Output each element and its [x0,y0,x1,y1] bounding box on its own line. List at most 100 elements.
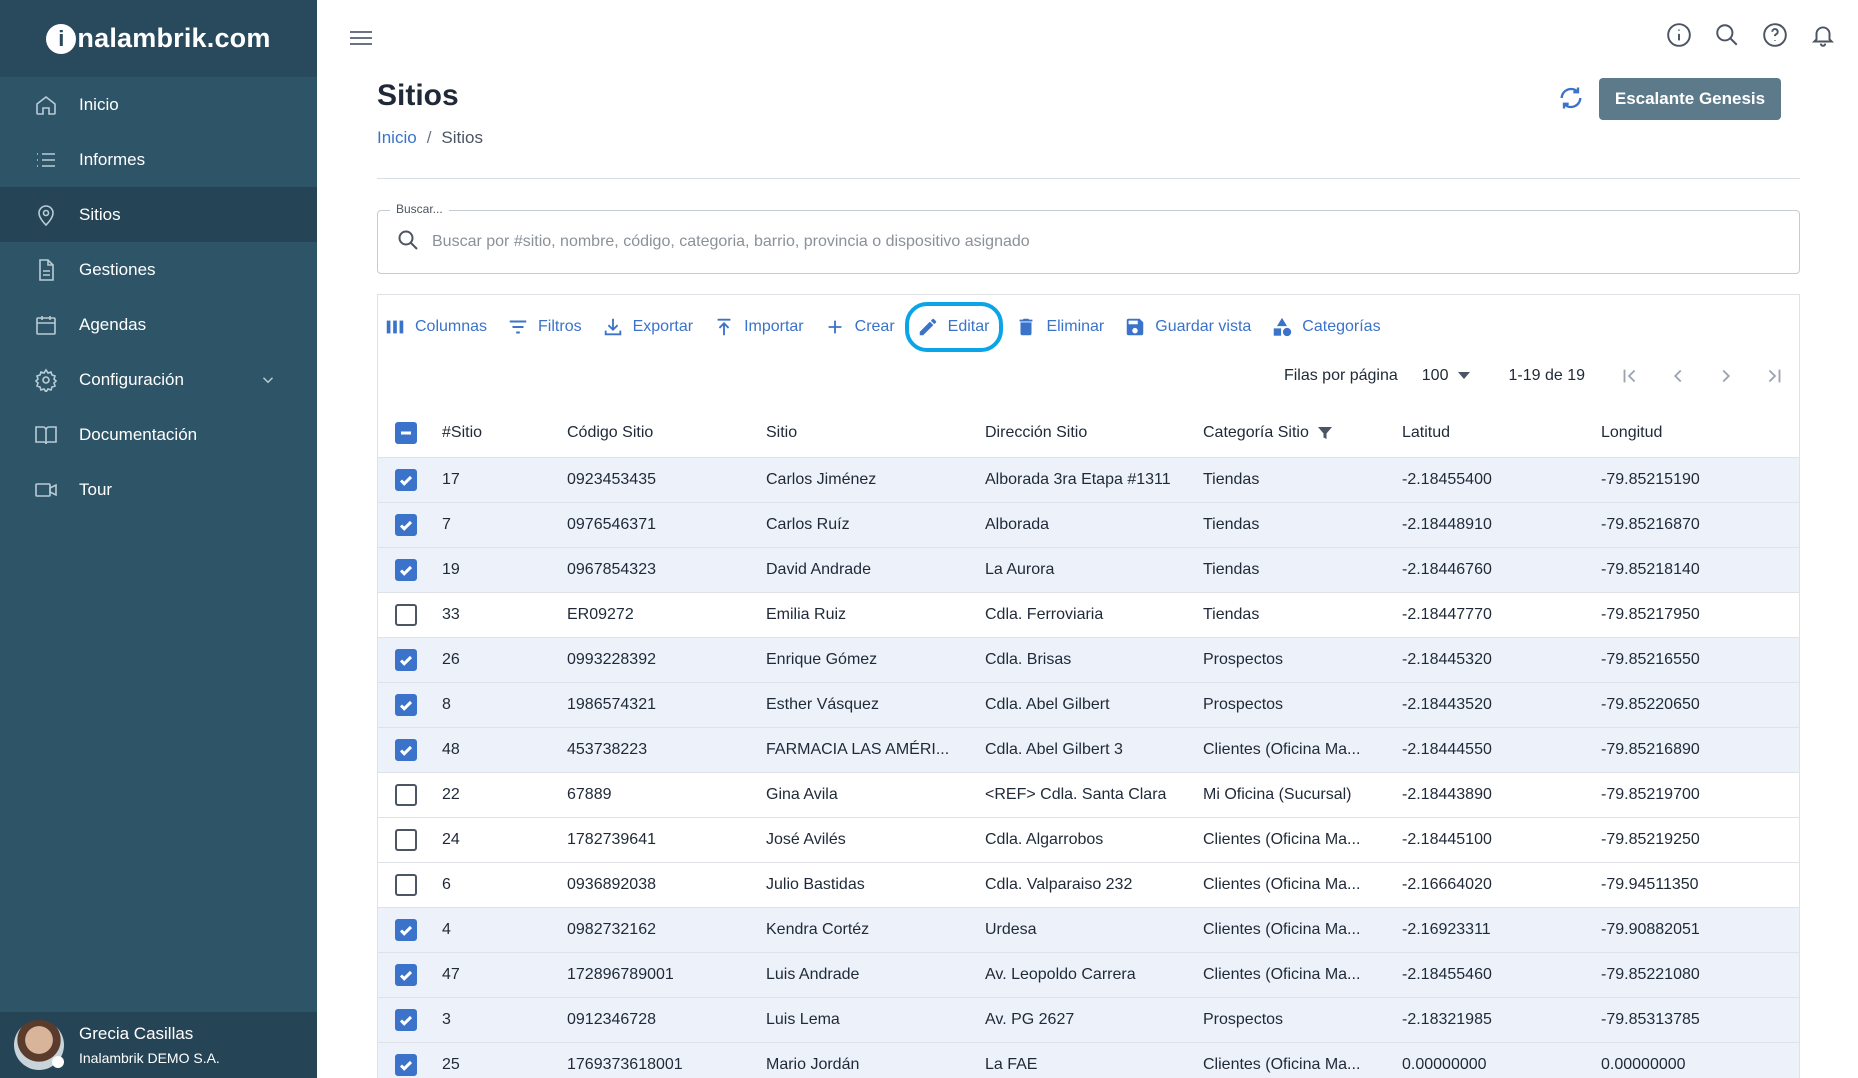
refresh-icon[interactable] [1557,84,1585,112]
table-row[interactable]: 33 ER09272 Emilia Ruiz Cdla. Ferroviaria Tie… [378,592,1799,638]
cell-code: 172896789001 [567,952,766,998]
row-checkbox[interactable] [395,963,417,986]
column-header-category[interactable]: Categoría Sitio [1203,409,1402,458]
sidebar-item-configuracion[interactable]: Configuración [0,352,317,407]
cell-id: 17 [442,457,567,503]
cell-id: 4 [442,907,567,953]
last-page-icon[interactable] [1763,365,1785,387]
cell-site: Kendra Cortéz [766,907,985,953]
cell-address: Av. PG 2627 [985,997,1203,1043]
table-row[interactable]: 48 453738223 FARMACIA LAS AMÉRI... Cdla. Ab… [378,727,1799,773]
sidebar-item-documentacion[interactable]: Documentación [0,407,317,462]
filter-icon[interactable] [1317,425,1333,441]
export-button[interactable]: Exportar [602,309,693,345]
breadcrumb-home-link[interactable]: Inicio [377,128,417,148]
table-row[interactable]: 3 0912346728 Luis Lema Av. PG 2627 Prospecto… [378,997,1799,1043]
edit-button[interactable]: Editar [904,302,1004,352]
search-icon[interactable] [1714,22,1740,48]
user-profile[interactable]: Grecia Casillas Inalambrik DEMO S.A. [0,1012,317,1078]
sites-table-panel: Columnas Filtros Exportar Importar Crear… [377,294,1800,1078]
row-checkbox[interactable] [395,828,417,851]
bell-icon[interactable] [1810,22,1836,48]
table-row[interactable]: 4 0982732162 Kendra Cortéz Urdesa Clientes (… [378,907,1799,953]
row-checkbox[interactable] [395,738,417,761]
sites-table: #Sitio Código Sitio Sitio Dirección Siti… [378,409,1799,1078]
column-header-code[interactable]: Código Sitio [567,409,766,458]
delete-button[interactable]: Eliminar [1015,309,1104,345]
breadcrumb: Inicio / Sitios [377,128,483,148]
table-row[interactable]: 47 172896789001 Luis Andrade Av. Leopoldo C… [378,952,1799,998]
sidebar-item-label: Inicio [79,94,119,114]
save-view-button[interactable]: Guardar vista [1124,309,1251,345]
row-checkbox[interactable] [395,918,417,941]
cell-lng: 0.00000000 [1601,1042,1799,1078]
sidebar-item-tour[interactable]: Tour [0,462,317,517]
info-icon[interactable] [1666,22,1692,48]
cell-address: Alborada 3ra Etapa #1311 [985,457,1203,503]
create-button[interactable]: Crear [824,309,895,345]
cell-address: <REF> Cdla. Santa Clara [985,772,1203,818]
row-checkbox[interactable] [395,693,417,716]
help-icon[interactable] [1762,22,1788,48]
row-checkbox[interactable] [395,648,417,671]
hamburger-menu-icon[interactable] [348,26,374,50]
row-checkbox[interactable] [395,1008,417,1031]
company-selector-button[interactable]: Escalante Genesis [1599,78,1781,120]
column-header-latitude[interactable]: Latitud [1402,409,1601,458]
row-checkbox[interactable] [395,873,417,896]
next-page-icon[interactable] [1715,365,1737,387]
search-field[interactable]: Buscar... [377,202,1800,274]
column-header-longitude[interactable]: Longitud [1601,409,1799,458]
cell-id: 48 [442,727,567,773]
chevron-down-icon[interactable] [259,371,277,394]
table-row[interactable]: 19 0967854323 David Andrade La Aurora Tienda… [378,547,1799,593]
sidebar-item-inicio[interactable]: Inicio [0,77,317,132]
cell-lat: 0.00000000 [1402,1042,1601,1078]
table-row[interactable]: 7 0976546371 Carlos Ruíz Alborada Tiendas -2.… [378,502,1799,548]
gear-icon [33,367,59,393]
cell-id: 8 [442,682,567,728]
brand-logo[interactable]: i nalambrik.com [0,0,317,77]
cell-lat: -2.18445320 [1402,637,1601,683]
cell-category: Mi Oficina (Sucursal) [1203,772,1402,818]
cell-lat: -2.18446760 [1402,547,1601,593]
table-row[interactable]: 26 0993228392 Enrique Gómez Cdla. Brisas Pro… [378,637,1799,683]
search-input[interactable] [432,233,1799,251]
categories-button[interactable]: Categorías [1271,309,1381,345]
cell-site: Julio Bastidas [766,862,985,908]
table-row[interactable]: 24 1782739641 José Avilés Cdla. Algarrobos C… [378,817,1799,863]
logo-text: nalambrik.com [77,23,271,53]
import-button[interactable]: Importar [713,309,804,345]
cell-address: Cdla. Valparaiso 232 [985,862,1203,908]
first-page-icon[interactable] [1619,365,1641,387]
cell-site: Carlos Ruíz [766,502,985,548]
table-row[interactable]: 17 0923453435 Carlos Jiménez Alborada 3ra E… [378,457,1799,503]
prev-page-icon[interactable] [1667,365,1689,387]
table-row[interactable]: 22 67889 Gina Avila <REF> Cdla. Santa Clara… [378,772,1799,818]
columns-button[interactable]: Columnas [384,309,487,345]
row-checkbox[interactable] [395,1053,417,1076]
select-all-checkbox[interactable] [395,421,417,444]
cell-lat: -2.18443890 [1402,772,1601,818]
filters-button[interactable]: Filtros [507,309,582,345]
sidebar-item-agendas[interactable]: Agendas [0,297,317,352]
row-checkbox[interactable] [395,468,417,491]
row-select-cell [378,457,442,503]
column-header-id[interactable]: #Sitio [442,409,567,458]
import-label: Importar [744,318,804,335]
table-row[interactable]: 8 1986574321 Esther Vásquez Cdla. Abel Gilb… [378,682,1799,728]
row-checkbox[interactable] [395,783,417,806]
row-checkbox[interactable] [395,558,417,581]
table-row[interactable]: 6 0936892038 Julio Bastidas Cdla. Valparais… [378,862,1799,908]
row-checkbox[interactable] [395,603,417,626]
rows-per-page-select[interactable]: 100 [1422,367,1471,385]
table-row[interactable]: 25 1769373618001 Mario Jordán La FAE Cliente… [378,1042,1799,1078]
column-header-address[interactable]: Dirección Sitio [985,409,1203,458]
sidebar-item-gestiones[interactable]: Gestiones [0,242,317,297]
sidebar-item-sitios[interactable]: Sitios [0,187,317,242]
column-header-site[interactable]: Sitio [766,409,985,458]
sidebar-item-informes[interactable]: Informes [0,132,317,187]
row-checkbox[interactable] [395,513,417,536]
rows-per-page-value: 100 [1421,367,1449,384]
create-label: Crear [854,318,895,335]
